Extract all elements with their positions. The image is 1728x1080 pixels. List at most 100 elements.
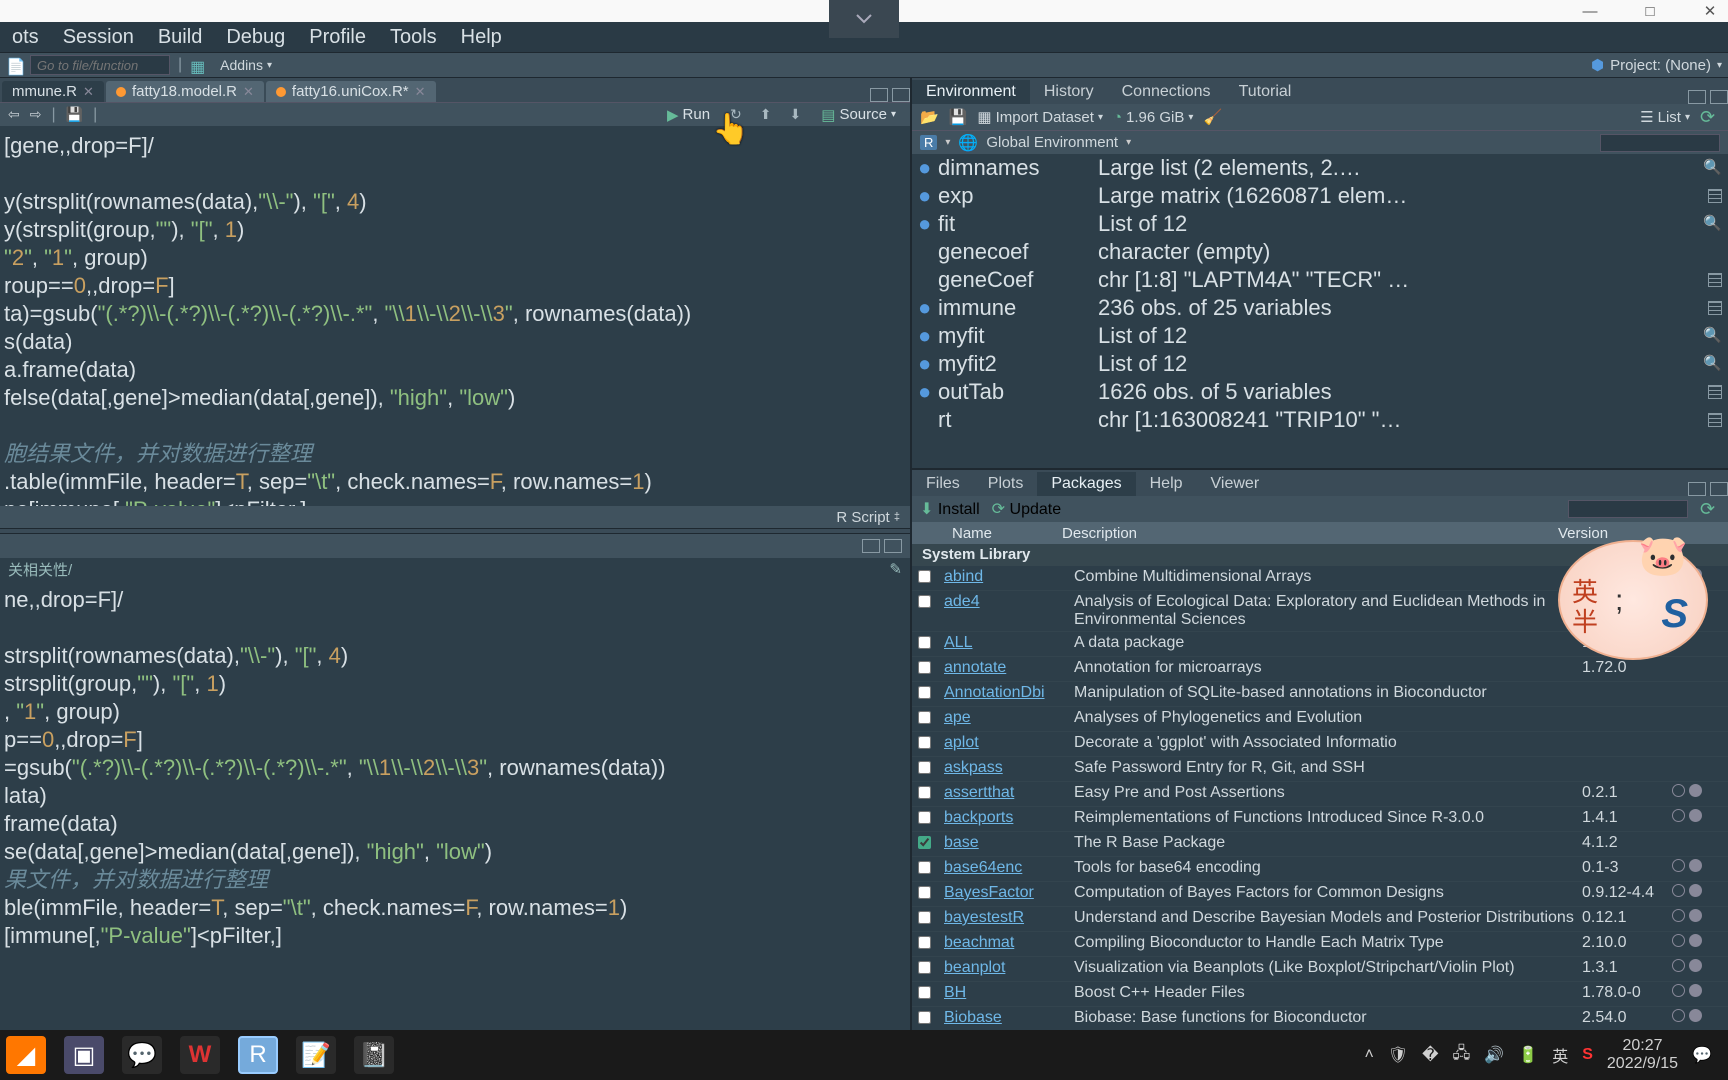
tab-viewer[interactable]: Viewer	[1197, 472, 1274, 496]
package-checkbox[interactable]	[918, 861, 931, 874]
file-tab-fatty16[interactable]: fatty16.uniCox.R*✕	[266, 81, 436, 102]
package-checkbox[interactable]	[918, 686, 931, 699]
package-row[interactable]: baseThe R Base Package4.1.2	[912, 832, 1728, 857]
env-row[interactable]: ●immune236 obs. of 25 variables	[912, 294, 1728, 322]
tab-connections[interactable]: Connections	[1108, 80, 1225, 104]
package-row[interactable]: bayestestRUnderstand and Describe Bayesi…	[912, 907, 1728, 932]
pane-minimize-icon[interactable]	[862, 539, 880, 553]
package-row[interactable]: BiobaseBiobase: Base functions for Bioco…	[912, 1007, 1728, 1032]
package-row[interactable]: backportsReimplementations of Functions …	[912, 807, 1728, 832]
package-name[interactable]: beachmat	[944, 934, 1074, 952]
rerun-icon[interactable]: ↻	[726, 106, 746, 123]
titlebar-dropdown[interactable]	[829, 0, 899, 38]
package-name[interactable]: beanplot	[944, 959, 1074, 977]
tab-plots[interactable]: Plots	[974, 472, 1038, 496]
tab-environment[interactable]: Environment	[912, 80, 1030, 104]
update-button[interactable]: ⟳ Update	[992, 499, 1061, 519]
window-minimize[interactable]: —	[1580, 3, 1600, 19]
taskbar-app-6[interactable]: 📝	[296, 1036, 336, 1074]
hdr-name[interactable]: Name	[912, 525, 1062, 542]
package-name[interactable]: ade4	[944, 593, 1074, 611]
run-button[interactable]: ▶Run	[661, 105, 716, 125]
source-editor[interactable]: [gene,,drop=F]/ y(strsplit(rownames(data…	[0, 126, 910, 506]
menu-profile[interactable]: Profile	[297, 22, 378, 53]
tray-chevron-icon[interactable]: ˄	[1364, 1046, 1373, 1064]
package-name[interactable]: assertthat	[944, 784, 1074, 802]
menu-plots[interactable]: ots	[0, 22, 51, 53]
package-row[interactable]: annotateAnnotation for microarrays1.72.0	[912, 657, 1728, 682]
package-checkbox[interactable]	[918, 661, 931, 674]
tray-icon[interactable]: 🛡	[1388, 1045, 1408, 1065]
load-icon[interactable]: 📂	[920, 108, 939, 126]
source-button[interactable]: ▤Source ▾	[815, 105, 902, 125]
package-name[interactable]: backports	[944, 809, 1074, 827]
pane-minimize-icon[interactable]	[1688, 482, 1706, 496]
grid-icon[interactable]: ▦	[190, 57, 206, 73]
env-row[interactable]: ●myfitList of 12🔍	[912, 322, 1728, 350]
window-close[interactable]: ✕	[1700, 3, 1720, 19]
menu-session[interactable]: Session	[51, 22, 146, 53]
tray-volume-icon[interactable]: 🔊	[1484, 1045, 1504, 1065]
next-chunk-icon[interactable]: ⬇	[786, 106, 806, 123]
refresh-icon[interactable]: ⟳	[1700, 107, 1720, 127]
taskbar-rstudio[interactable]: R	[238, 1036, 278, 1074]
goto-file-input[interactable]	[30, 55, 170, 75]
package-checkbox[interactable]	[918, 936, 931, 949]
hdr-desc[interactable]: Description	[1062, 525, 1558, 542]
install-button[interactable]: ⬇ Install	[920, 499, 980, 519]
package-name[interactable]: BayesFactor	[944, 884, 1074, 902]
wand-icon[interactable]: ✎	[889, 560, 902, 578]
env-row[interactable]: ●fitList of 12🔍	[912, 210, 1728, 238]
package-checkbox[interactable]	[918, 961, 931, 974]
package-name[interactable]: aplot	[944, 734, 1074, 752]
pane-minimize-icon[interactable]	[870, 88, 888, 102]
tab-help[interactable]: Help	[1136, 472, 1197, 496]
tray-notifications-icon[interactable]: 💬	[1692, 1045, 1712, 1065]
package-name[interactable]: base64enc	[944, 859, 1074, 877]
package-row[interactable]: base64encTools for base64 encoding0.1-3	[912, 857, 1728, 882]
package-row[interactable]: BHBoost C++ Header Files1.78.0-0	[912, 982, 1728, 1007]
package-checkbox[interactable]	[918, 595, 931, 608]
package-name[interactable]: base	[944, 834, 1074, 852]
tab-history[interactable]: History	[1030, 80, 1108, 104]
taskbar-wps[interactable]: W	[180, 1036, 220, 1074]
env-row[interactable]: rtchr [1:163008241 "TRIP10" "…	[912, 406, 1728, 434]
save-icon[interactable]: 💾	[66, 106, 83, 123]
import-dataset-button[interactable]: ▦ Import Dataset ▾	[977, 108, 1103, 126]
memory-indicator[interactable]: ◔ 1.96 GiB ▾	[1113, 109, 1193, 126]
new-file-icon[interactable]: 📄	[6, 57, 22, 73]
package-row[interactable]: AnnotationDbiManipulation of SQLite-base…	[912, 682, 1728, 707]
taskbar-app-7[interactable]: 📓	[354, 1036, 394, 1074]
taskbar-app-1[interactable]: ◢	[6, 1036, 46, 1074]
package-name[interactable]: BH	[944, 984, 1074, 1002]
menu-debug[interactable]: Debug	[214, 22, 297, 53]
package-row[interactable]: beanplotVisualization via Beanplots (Lik…	[912, 957, 1728, 982]
tray-battery-icon[interactable]: 🔋	[1518, 1045, 1538, 1065]
file-tab-mmune[interactable]: mmune.R✕	[2, 81, 104, 102]
file-tab-fatty18[interactable]: fatty18.model.R✕	[106, 81, 264, 102]
pane-minimize-icon[interactable]	[1688, 90, 1706, 104]
package-row[interactable]: apeAnalyses of Phylogenetics and Evoluti…	[912, 707, 1728, 732]
package-name[interactable]: ALL	[944, 634, 1074, 652]
env-search-input[interactable]	[1600, 134, 1720, 152]
scope-label[interactable]: Global Environment	[986, 134, 1118, 151]
tab-packages[interactable]: Packages	[1037, 472, 1135, 496]
env-list[interactable]: ●dimnamesLarge list (2 elements, 2.…🔍●ex…	[912, 154, 1728, 468]
env-row[interactable]: ●dimnamesLarge list (2 elements, 2.…🔍	[912, 154, 1728, 182]
refresh-icon[interactable]: ⟳	[1700, 499, 1720, 519]
tray-ime[interactable]: 英	[1552, 1043, 1568, 1067]
close-icon[interactable]: ✕	[415, 84, 426, 100]
tab-files[interactable]: Files	[912, 472, 974, 496]
package-checkbox[interactable]	[918, 736, 931, 749]
env-row[interactable]: ●myfit2List of 12🔍	[912, 350, 1728, 378]
package-row[interactable]: askpassSafe Password Entry for R, Git, a…	[912, 757, 1728, 782]
close-icon[interactable]: ✕	[243, 84, 254, 100]
package-checkbox[interactable]	[918, 836, 931, 849]
menu-build[interactable]: Build	[146, 22, 214, 53]
menu-help[interactable]: Help	[449, 22, 514, 53]
packages-search-input[interactable]	[1568, 500, 1688, 518]
tray-clock[interactable]: 20:27 2022/9/15	[1607, 1037, 1678, 1073]
env-row[interactable]: genecoefcharacter (empty)	[912, 238, 1728, 266]
package-checkbox[interactable]	[918, 911, 931, 924]
view-mode-button[interactable]: ☰ List ▾	[1640, 108, 1690, 126]
